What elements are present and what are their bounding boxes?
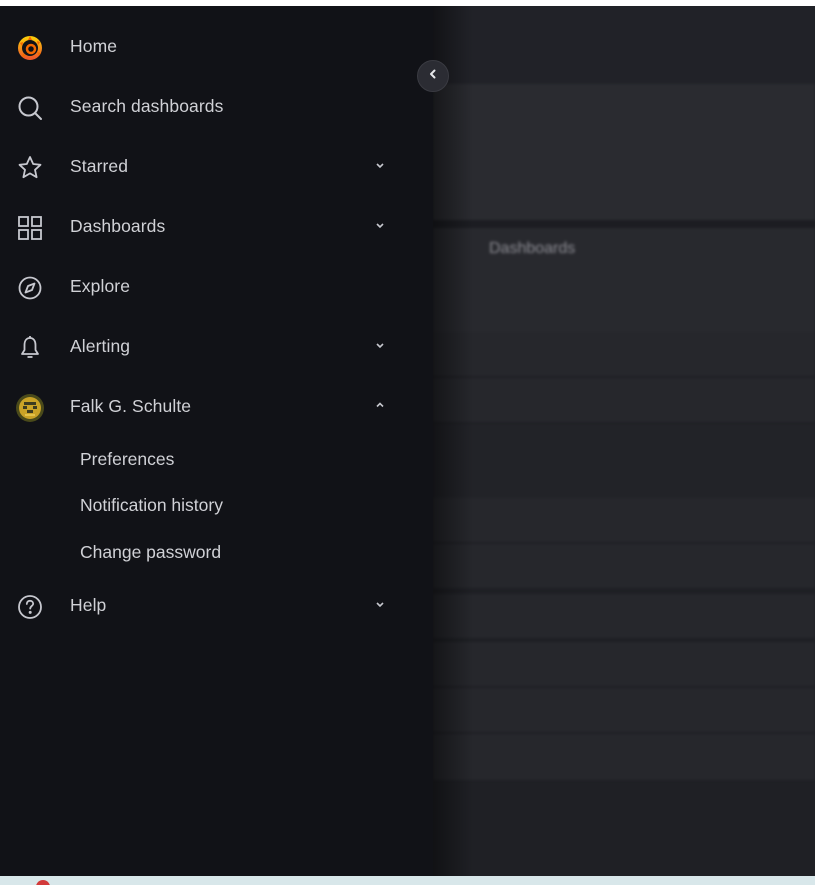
question-circle-icon xyxy=(16,593,44,621)
nav-item-user[interactable]: Falk G. Schulte xyxy=(0,384,410,428)
nav-label-user: Falk G. Schulte xyxy=(70,395,192,416)
chevron-down-icon[interactable] xyxy=(372,596,388,612)
bg-row xyxy=(433,642,815,686)
nav-item-alerting[interactable]: Alerting xyxy=(0,324,410,368)
nav-label-alerting: Alerting xyxy=(70,335,131,356)
nav-item-help[interactable]: Help xyxy=(0,583,410,627)
grafana-logo-icon xyxy=(16,34,44,62)
user-menu-change-password[interactable]: Change password xyxy=(80,542,221,563)
chevron-left-icon xyxy=(426,67,440,86)
app-viewport: Dashboards Home Search dashboards Starre… xyxy=(0,6,815,876)
chevron-down-icon[interactable] xyxy=(372,157,388,173)
nav-label-explore: Explore xyxy=(70,275,131,296)
compass-icon xyxy=(16,274,44,302)
chevron-up-icon[interactable] xyxy=(372,397,388,413)
bg-header xyxy=(433,6,815,84)
nav-label-dashboards: Dashboards xyxy=(70,215,166,236)
nav-label-search: Search dashboards xyxy=(70,95,224,116)
bg-row xyxy=(433,544,815,588)
user-menu-notification-history[interactable]: Notification history xyxy=(80,495,223,516)
os-taskbar-strip xyxy=(0,876,815,885)
star-icon xyxy=(16,154,44,182)
nav-item-starred[interactable]: Starred xyxy=(0,144,410,188)
sidebar-shadow xyxy=(433,6,473,876)
nav-item-home[interactable]: Home xyxy=(0,24,410,68)
nav-label-home: Home xyxy=(70,35,118,56)
user-menu-preferences[interactable]: Preferences xyxy=(80,449,174,470)
collapse-menu-button[interactable] xyxy=(417,60,449,92)
avatar xyxy=(16,394,44,422)
mega-menu: Home Search dashboards Starred Dashboard… xyxy=(0,6,433,876)
bg-row xyxy=(433,594,815,638)
bg-panel xyxy=(433,84,815,220)
background-page: Dashboards xyxy=(433,6,815,876)
nav-item-dashboards[interactable]: Dashboards xyxy=(0,204,410,248)
nav-item-search[interactable]: Search dashboards xyxy=(0,84,410,128)
bg-gap xyxy=(433,220,815,228)
nav-label-help: Help xyxy=(70,594,107,615)
chevron-down-icon[interactable] xyxy=(372,217,388,233)
bg-row xyxy=(433,498,815,542)
chevron-down-icon[interactable] xyxy=(372,337,388,353)
bg-row xyxy=(433,734,815,780)
nav-item-explore[interactable]: Explore xyxy=(0,264,410,308)
apps-grid-icon xyxy=(16,214,44,242)
bg-row xyxy=(433,378,815,422)
bg-dashboards-label: Dashboards xyxy=(489,240,576,257)
bg-row xyxy=(433,332,815,376)
search-icon xyxy=(16,94,44,122)
bg-row xyxy=(433,688,815,732)
nav-label-starred: Starred xyxy=(70,155,129,176)
bell-icon xyxy=(16,334,44,362)
bg-row xyxy=(433,424,815,498)
